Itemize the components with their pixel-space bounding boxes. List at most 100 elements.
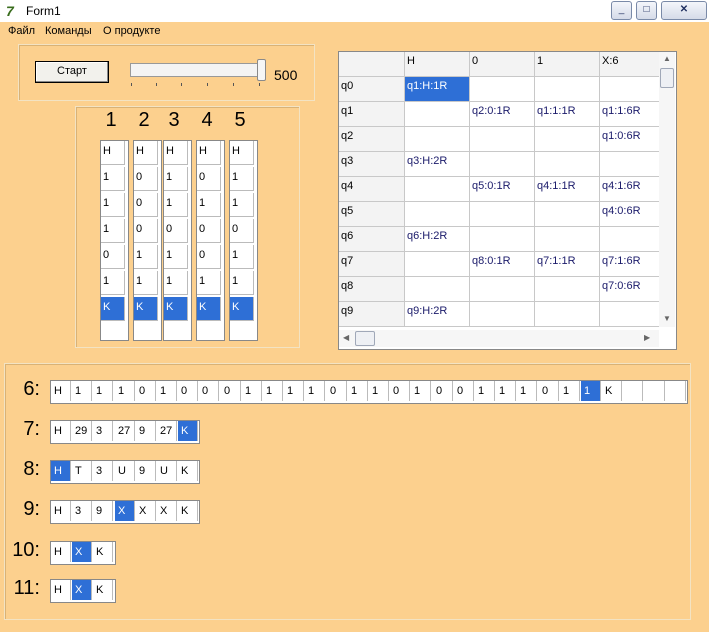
tape-cell[interactable]: T bbox=[72, 461, 92, 481]
tape-cell[interactable]: 1 bbox=[164, 271, 188, 295]
vscroll-thumb[interactable] bbox=[660, 68, 674, 88]
table-cell[interactable] bbox=[405, 127, 470, 152]
table-cell[interactable] bbox=[405, 252, 470, 277]
tape-cell[interactable] bbox=[623, 381, 643, 401]
tape-cell[interactable]: 0 bbox=[197, 167, 221, 191]
vertical-tape[interactable]: H11101K bbox=[100, 140, 129, 341]
tape-cell[interactable]: 1 bbox=[115, 381, 135, 401]
tape-cell[interactable]: 1 bbox=[230, 245, 254, 269]
tape-cell[interactable] bbox=[645, 381, 665, 401]
tape-cell[interactable]: 27 bbox=[157, 421, 177, 441]
tape-cell[interactable]: 1 bbox=[134, 245, 158, 269]
table-cell[interactable] bbox=[600, 77, 660, 102]
tape-cell[interactable]: 1 bbox=[157, 381, 177, 401]
tape-cell[interactable]: H bbox=[197, 141, 221, 165]
tape-cell[interactable]: 29 bbox=[72, 421, 92, 441]
delphi-app-icon[interactable]: 7 bbox=[6, 3, 22, 19]
table-cell[interactable]: q7:1:1R bbox=[535, 252, 600, 277]
table-cell[interactable] bbox=[405, 277, 470, 302]
scroll-up-icon[interactable]: ▲ bbox=[663, 54, 671, 63]
tape-cell[interactable]: 1 bbox=[263, 381, 283, 401]
tape-cell[interactable]: 1 bbox=[164, 245, 188, 269]
tape-cell[interactable]: X bbox=[157, 501, 177, 521]
tape-cell[interactable]: H bbox=[164, 141, 188, 165]
table-cell[interactable] bbox=[535, 152, 600, 177]
tape-cell[interactable]: 1 bbox=[475, 381, 495, 401]
minimize-icon[interactable]: _ bbox=[611, 1, 632, 20]
tape-cell[interactable]: 27 bbox=[115, 421, 135, 441]
tape-cell[interactable]: 1 bbox=[101, 271, 125, 295]
tape-cell[interactable]: 1 bbox=[369, 381, 389, 401]
table-cell[interactable] bbox=[405, 202, 470, 227]
table-cell[interactable] bbox=[470, 302, 535, 327]
tape-cell[interactable]: U bbox=[157, 461, 177, 481]
tape-cell[interactable]: 0 bbox=[197, 219, 221, 243]
table-cell[interactable]: q4:0:6R bbox=[600, 202, 660, 227]
tape-cell[interactable]: 1 bbox=[197, 271, 221, 295]
tape-cell[interactable]: 0 bbox=[230, 219, 254, 243]
tape-cell[interactable]: X bbox=[115, 501, 135, 521]
horizontal-tape[interactable]: H 29 3 27 9 27 K bbox=[50, 420, 200, 444]
table-cell[interactable] bbox=[535, 227, 600, 252]
tape-cell[interactable]: H bbox=[101, 141, 125, 165]
table-cell[interactable] bbox=[600, 302, 660, 327]
tape-cell[interactable]: 1 bbox=[305, 381, 325, 401]
table-cell[interactable] bbox=[535, 202, 600, 227]
table-cell[interactable]: q5:0:1R bbox=[470, 177, 535, 202]
tape-cell[interactable]: 1 bbox=[242, 381, 262, 401]
tape-cell[interactable] bbox=[666, 381, 686, 401]
tape-cell[interactable]: 3 bbox=[93, 461, 113, 481]
tape-cell[interactable]: 1 bbox=[230, 167, 254, 191]
table-cell[interactable] bbox=[535, 277, 600, 302]
tape-cell[interactable]: 1 bbox=[72, 381, 92, 401]
tape-cell[interactable]: 0 bbox=[390, 381, 410, 401]
tape-cell[interactable]: 3 bbox=[93, 421, 113, 441]
tape-cell[interactable]: 1 bbox=[101, 167, 125, 191]
tape-cell[interactable]: H bbox=[51, 421, 71, 441]
tape-cell[interactable]: K bbox=[134, 297, 158, 321]
tape-cell[interactable]: H bbox=[51, 461, 71, 481]
table-cell[interactable]: q7:0:6R bbox=[600, 277, 660, 302]
hscroll-thumb[interactable] bbox=[355, 331, 375, 346]
tape-cell[interactable]: U bbox=[115, 461, 135, 481]
tape-cell[interactable]: 0 bbox=[199, 381, 219, 401]
tape-cell[interactable]: K bbox=[93, 542, 113, 562]
tape-cell[interactable]: 1 bbox=[517, 381, 537, 401]
tape-cell[interactable]: X bbox=[72, 542, 92, 562]
tape-cell[interactable]: K bbox=[101, 297, 125, 321]
tape-cell[interactable]: K bbox=[164, 297, 188, 321]
scroll-right-icon[interactable]: ▶ bbox=[644, 333, 650, 342]
table-cell[interactable]: q3:H:2R bbox=[405, 152, 470, 177]
tape-cell[interactable]: 1 bbox=[496, 381, 516, 401]
tape-cell[interactable]: 0 bbox=[327, 381, 347, 401]
tape-cell[interactable]: H bbox=[51, 542, 71, 562]
state-table[interactable]: H 0 1 X:6 q0 q1:H:1R q1 q2:0:1R q1:1:1R q1:1:6R q2… bbox=[338, 51, 677, 350]
tape-cell[interactable]: 0 bbox=[101, 245, 125, 269]
speed-slider-track[interactable] bbox=[130, 63, 262, 77]
menu-file[interactable]: Файл bbox=[8, 25, 35, 37]
table-cell[interactable]: q2:0:1R bbox=[470, 102, 535, 127]
table-cell[interactable]: q1:1:1R bbox=[535, 102, 600, 127]
vertical-tape[interactable]: H11011K bbox=[229, 140, 258, 341]
tape-cell[interactable]: X bbox=[72, 580, 92, 600]
table-cell[interactable] bbox=[470, 202, 535, 227]
table-cell[interactable]: q4:1:1R bbox=[535, 177, 600, 202]
tape-cell[interactable]: 0 bbox=[539, 381, 559, 401]
table-cell[interactable] bbox=[470, 227, 535, 252]
tape-cell[interactable]: 9 bbox=[93, 501, 113, 521]
scroll-down-icon[interactable]: ▼ bbox=[663, 314, 671, 323]
tape-cell[interactable]: 1 bbox=[164, 167, 188, 191]
table-cell[interactable] bbox=[600, 227, 660, 252]
tape-cell[interactable]: 0 bbox=[454, 381, 474, 401]
tape-cell[interactable]: X bbox=[136, 501, 156, 521]
tape-cell[interactable]: K bbox=[178, 501, 198, 521]
vertical-tape[interactable]: H00011K bbox=[133, 140, 162, 341]
tape-cell[interactable]: 1 bbox=[230, 271, 254, 295]
table-cell[interactable] bbox=[535, 77, 600, 102]
tape-cell[interactable]: 0 bbox=[136, 381, 156, 401]
table-cell[interactable] bbox=[470, 77, 535, 102]
table-cell[interactable]: q7:1:6R bbox=[600, 252, 660, 277]
table-cell[interactable]: q8:0:1R bbox=[470, 252, 535, 277]
tape-cell[interactable]: 1 bbox=[581, 381, 601, 401]
tape-cell[interactable]: H bbox=[230, 141, 254, 165]
